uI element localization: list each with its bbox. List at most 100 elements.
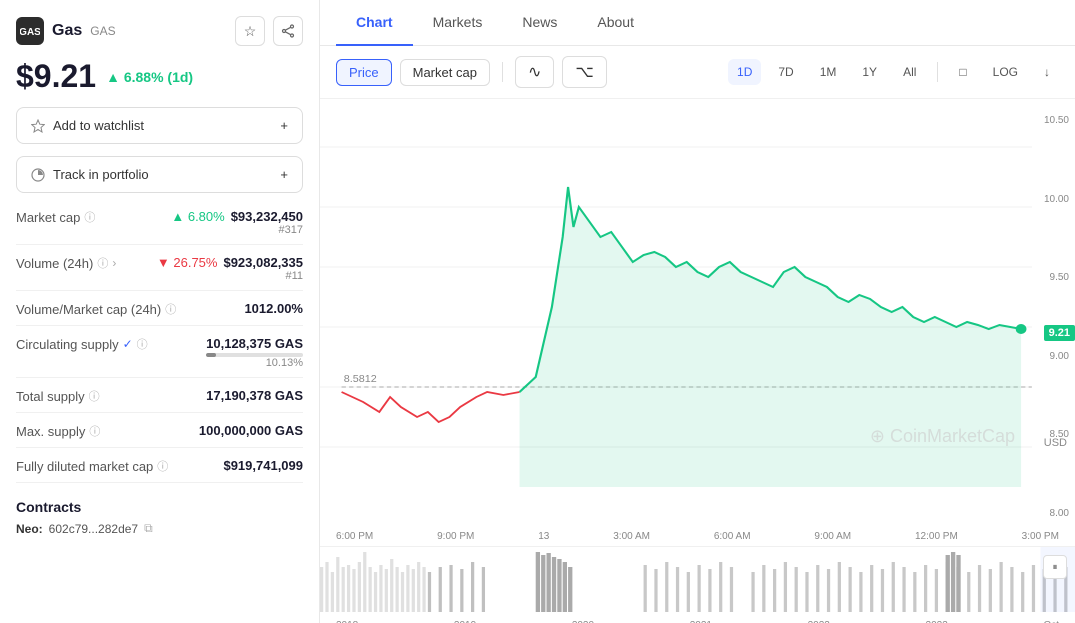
y-8.00: 8.00 xyxy=(1031,508,1069,519)
time-1y-btn[interactable]: 1Y xyxy=(853,59,886,85)
max-supply-value: 100,000,000 GAS xyxy=(199,423,303,438)
candle-chart-btn[interactable]: ⌥ xyxy=(562,56,606,88)
chart-area: 8.5812 10.50 10.00 9.50 9.00 8.50 8.00 9… xyxy=(320,99,1075,623)
share-button[interactable] xyxy=(273,16,303,46)
contract-neo-chain: Neo: xyxy=(16,522,43,536)
time-1m-btn[interactable]: 1M xyxy=(811,59,846,85)
market-cap-label: Market cap ⓘ xyxy=(16,209,95,225)
circ-supply-pct: 10.13% xyxy=(206,357,303,369)
x-axis-labels: 6:00 PM 9:00 PM 13 3:00 AM 6:00 AM 9:00 … xyxy=(320,527,1075,546)
log-btn[interactable]: LOG xyxy=(984,59,1027,85)
volume-values: ▼ 26.75% $923,082,335 #11 xyxy=(157,255,303,282)
volume-value: $923,082,335 xyxy=(223,255,303,270)
volume-row: Volume (24h) ⓘ › ▼ 26.75% $923,082,335 #… xyxy=(16,255,303,291)
header-actions: ☆ xyxy=(235,16,303,46)
x-label-3: 3:00 AM xyxy=(613,531,650,542)
coin-icon: GAS xyxy=(16,17,44,45)
verified-icon: ✓ xyxy=(123,337,133,351)
contract-neo-value: 602c79...282de7 xyxy=(49,522,138,536)
x-label-6: 12:00 PM xyxy=(915,531,958,542)
price-change: ▲ 6.88% (1d) xyxy=(106,69,193,85)
volume-change: ▼ 26.75% xyxy=(157,255,218,270)
tab-chart[interactable]: Chart xyxy=(336,0,413,46)
add-watchlist-button[interactable]: Add to watchlist + xyxy=(16,107,303,144)
market-cap-info[interactable]: ⓘ xyxy=(84,209,95,225)
coin-symbol: GAS xyxy=(90,24,115,38)
coin-name: Gas xyxy=(52,22,82,40)
supply-bar-container: 10.13% xyxy=(206,353,303,369)
total-supply-value: 17,190,378 GAS xyxy=(206,388,303,403)
x-label-0: 6:00 PM xyxy=(336,531,373,542)
y-9.50: 9.50 xyxy=(1031,272,1069,283)
tab-markets[interactable]: Markets xyxy=(413,0,503,46)
usd-label: USD xyxy=(1044,437,1067,449)
chart-controls: Price Market cap ∿ ⌥ 1D 7D 1M 1Y All □ L… xyxy=(320,46,1075,99)
pause-button[interactable]: ⏸ xyxy=(1043,555,1067,579)
volume-rank: #11 xyxy=(157,270,303,282)
track-portfolio-button[interactable]: Track in portfolio + xyxy=(16,156,303,193)
vol-market-info[interactable]: ⓘ xyxy=(165,301,176,317)
circ-supply-info[interactable]: ⓘ xyxy=(137,336,148,352)
watchlist-plus: + xyxy=(280,118,288,133)
max-supply-row: Max. supply ⓘ 100,000,000 GAS xyxy=(16,423,303,448)
download-btn[interactable]: ↓ xyxy=(1035,59,1059,85)
market-cap-values: ▲ 6.80% $93,232,450 #317 xyxy=(171,209,303,236)
circ-supply-values: 10,128,375 GAS 10.13% xyxy=(206,336,303,369)
tab-news[interactable]: News xyxy=(502,0,577,46)
coin-title: GAS Gas GAS xyxy=(16,17,116,45)
time-all-btn[interactable]: All xyxy=(894,59,925,85)
volume-label: Volume (24h) ⓘ › xyxy=(16,255,116,271)
ctrl-separator-2 xyxy=(937,62,938,82)
market-cap-btn[interactable]: Market cap xyxy=(400,59,490,86)
circ-supply-row: Circulating supply ✓ ⓘ 10,128,375 GAS 10… xyxy=(16,336,303,378)
price-btn[interactable]: Price xyxy=(336,59,392,86)
max-supply-label: Max. supply ⓘ xyxy=(16,423,100,439)
y-9.00: 9.00 xyxy=(1031,351,1069,362)
watchlist-label: Add to watchlist xyxy=(53,118,144,133)
price-row: $9.21 ▲ 6.88% (1d) xyxy=(16,58,303,95)
market-cap-change: ▲ 6.80% xyxy=(171,209,224,224)
max-supply-info[interactable]: ⓘ xyxy=(89,423,100,439)
vol-market-label: Volume/Market cap (24h) ⓘ xyxy=(16,301,176,317)
svg-text:GAS: GAS xyxy=(20,27,40,38)
main-chart: 8.5812 10.50 10.00 9.50 9.00 8.50 8.00 9… xyxy=(320,107,1075,527)
tab-about[interactable]: About xyxy=(577,0,654,46)
screenshot-btn[interactable]: □ xyxy=(950,59,975,85)
mini-chart: ⏸ xyxy=(320,546,1075,616)
volume-info[interactable]: ⓘ xyxy=(97,255,108,271)
time-1d-btn[interactable]: 1D xyxy=(728,59,761,85)
portfolio-label: Track in portfolio xyxy=(53,167,149,182)
mini-x-labels: 2018 2019 2020 2021 2022 2023 Oct xyxy=(320,616,1075,623)
total-supply-row: Total supply ⓘ 17,190,378 GAS xyxy=(16,388,303,413)
vol-market-row: Volume/Market cap (24h) ⓘ 1012.00% xyxy=(16,301,303,326)
x-label-1: 9:00 PM xyxy=(437,531,474,542)
left-panel: GAS Gas GAS ☆ $9.21 ▲ 6.88% (1d) xyxy=(0,0,320,623)
x-label-2: 13 xyxy=(538,531,549,542)
volume-expand[interactable]: › xyxy=(112,256,116,270)
diluted-row: Fully diluted market cap ⓘ $919,741,099 xyxy=(16,458,303,483)
vol-market-value: 1012.00% xyxy=(244,301,303,316)
current-price-tag: 9.21 xyxy=(1044,325,1075,341)
contract-neo-row: Neo: 602c79...282de7 ⧉ xyxy=(16,521,303,536)
market-cap-value: $93,232,450 xyxy=(231,209,303,224)
y-axis: 10.50 10.00 9.50 9.00 8.50 8.00 xyxy=(1025,107,1075,527)
contracts-section: Contracts Neo: 602c79...282de7 ⧉ xyxy=(16,499,303,536)
line-chart-btn[interactable]: ∿ xyxy=(515,56,554,88)
coin-header: GAS Gas GAS ☆ xyxy=(16,16,303,46)
circ-supply-label: Circulating supply ✓ ⓘ xyxy=(16,336,148,352)
x-label-5: 9:00 AM xyxy=(814,531,851,542)
stats-section: Market cap ⓘ ▲ 6.80% $93,232,450 #317 Vo… xyxy=(16,209,303,483)
diluted-info[interactable]: ⓘ xyxy=(157,458,168,474)
svg-text:8.5812: 8.5812 xyxy=(344,374,377,385)
right-panel: Chart Markets News About Price Market ca… xyxy=(320,0,1075,623)
time-7d-btn[interactable]: 7D xyxy=(769,59,802,85)
diluted-label: Fully diluted market cap ⓘ xyxy=(16,458,168,474)
total-supply-info[interactable]: ⓘ xyxy=(89,388,100,404)
tabs-bar: Chart Markets News About xyxy=(320,0,1075,46)
star-button[interactable]: ☆ xyxy=(235,16,265,46)
copy-icon[interactable]: ⧉ xyxy=(144,521,153,536)
y-10.50: 10.50 xyxy=(1031,115,1069,126)
total-supply-label: Total supply ⓘ xyxy=(16,388,100,404)
circ-supply-value: 10,128,375 GAS xyxy=(206,336,303,351)
diluted-value: $919,741,099 xyxy=(223,458,303,473)
